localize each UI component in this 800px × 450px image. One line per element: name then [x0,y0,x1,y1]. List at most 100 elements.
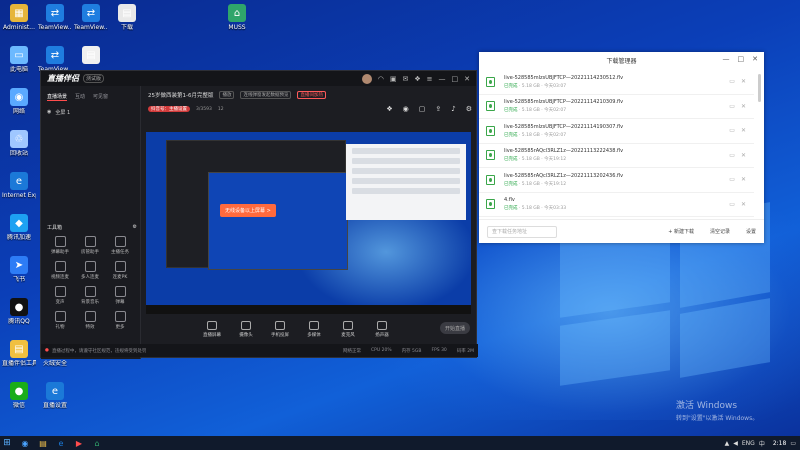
desktop-icon[interactable]: ⇄TeamView... [74,4,108,31]
clip-icon[interactable]: ▢ [419,105,426,113]
open-folder-icon[interactable]: ▭ [729,152,735,159]
stream-tag[interactable]: 播放 [219,90,235,99]
stream-control-button[interactable]: 直播屏幕 [200,320,224,338]
tool-item[interactable]: 变声 [45,286,75,305]
eye-icon[interactable]: ◉ [47,109,51,116]
tab-visible[interactable]: 可见窗 [93,93,108,101]
search-input[interactable]: 查下载任务地址 [487,225,557,238]
menu-icon[interactable]: ≡ [427,75,433,83]
desktop-icon[interactable]: ⇄TeamView... [38,46,72,73]
delete-icon[interactable]: ✕ [741,78,746,85]
volume-icon[interactable]: ◀ [733,440,738,447]
tool-item[interactable]: 连麦PK [105,261,135,280]
settings-icon[interactable]: ⚙ [133,224,137,231]
desktop-icon[interactable]: ⇄TeamView... [38,4,72,31]
delete-icon[interactable]: ✕ [741,152,746,159]
mail-icon[interactable]: ✉ [402,75,408,83]
stream-tag[interactable]: 直播间加热 [297,90,326,99]
tab-scenes[interactable]: 直播场景 [47,93,68,101]
start-live-button[interactable]: 开始直播 [440,322,470,334]
desktop-icon[interactable]: ◆ 腾讯加速 [2,214,36,241]
delete-icon[interactable]: ✕ [741,127,746,134]
tool-item[interactable]: 特效 [75,311,105,330]
open-folder-icon[interactable]: ▭ [729,127,735,134]
new-download-button[interactable]: + 新建下载 [668,228,694,235]
desktop-icon[interactable]: ● 微信 [2,382,36,409]
desktop-icon[interactable]: ♲ 回收站 [2,130,36,157]
tool-item[interactable]: 房管助手 [75,236,105,255]
list-item[interactable]: live-528585mIzsUBJFTCP—20221114190307.fl… [479,119,754,144]
notification-icon[interactable]: ▭ [790,440,796,447]
record-icon[interactable]: ◉ [403,105,409,113]
scene-item[interactable]: ◉ 全屏 1 [47,109,134,116]
list-item[interactable]: live-528585mIzsUBJFTCP—20221114230512.fl… [479,70,754,95]
open-folder-icon[interactable]: ▭ [729,78,735,85]
stream-control-button[interactable]: 麦克风 [336,320,360,338]
clock[interactable]: 2:18 [773,440,786,447]
gift-icon[interactable]: ❖ [414,75,420,83]
tool-item[interactable]: 主播任务 [105,236,135,255]
open-folder-icon[interactable]: ▭ [729,103,735,110]
start-button[interactable]: ⊞ [0,436,14,450]
open-folder-icon[interactable]: ▭ [729,201,735,208]
clear-records-button[interactable]: 清空记录 [710,228,730,235]
settings-button[interactable]: 设置 [746,228,756,235]
minimize-icon[interactable]: — [439,75,446,83]
desktop-icon[interactable]: ▤ [74,46,108,66]
bag-icon[interactable]: ▣ [390,75,397,83]
minimize-icon[interactable]: — [723,55,730,63]
settings-icon[interactable]: ⚙ [466,105,472,113]
list-item[interactable]: 4.flv 已完成 · 5.18 GB · 今天03:33 ▭ ✕ [479,193,754,217]
list-item[interactable]: live-528585rAQcl3RLZ1z—20221113202436.fl… [479,168,754,193]
tab-interact[interactable]: 互动 [75,93,85,101]
headset-icon[interactable]: ◠ [378,75,384,83]
taskbar-app-icon[interactable]: ◉ [18,436,32,450]
stream-tag[interactable]: 连线弹窗发起数据预览 [240,90,292,99]
delete-icon[interactable]: ✕ [741,176,746,183]
taskbar-app-icon[interactable]: ▤ [36,436,50,450]
gift-icon[interactable]: ❖ [386,105,392,113]
desktop-icon[interactable]: ➤ 飞书 [2,256,36,283]
tool-item[interactable]: 弹幕助手 [45,236,75,255]
preview-toast[interactable]: 无线设备以上屏幕 > [220,204,276,217]
desktop-icon[interactable]: ▤ 直播伴侣工具 [2,340,36,367]
desktop-icon[interactable]: ▤ 下载 [110,4,144,31]
maximize-icon[interactable]: □ [452,75,459,83]
ime-indicator[interactable]: 中 [759,439,765,448]
desktop-icon[interactable]: ◉ 网络 [2,88,36,115]
share-icon[interactable]: ⇪ [435,105,441,113]
tool-item[interactable]: 多人连麦 [75,261,105,280]
stream-control-button[interactable]: 多媒体 [302,320,326,338]
tool-item[interactable]: 礼物 [45,311,75,330]
bell-icon[interactable]: ♪ [451,105,455,113]
list-item[interactable]: live-528585rAQcl3RLZ1z—20221113222438.fl… [479,144,754,168]
maximize-icon[interactable]: □ [738,55,745,63]
tool-item[interactable]: 弹幕 [105,286,135,305]
desktop-icon[interactable]: ▭ 此电脑 [2,46,36,73]
desktop-icon[interactable]: ▦ Administ... [2,4,36,31]
stream-control-button[interactable]: 手机投屏 [268,320,292,338]
stream-preview[interactable]: 无线设备以上屏幕 > [146,132,471,314]
desktop-icon[interactable]: e Internet Explorer [2,172,36,199]
close-icon[interactable]: ✕ [752,55,758,63]
list-item[interactable]: live-528585mIzsUBJFTCP—20221114210309.fl… [479,95,754,119]
avatar[interactable] [361,73,372,84]
network-icon[interactable]: ▲ [725,440,730,447]
scrollbar[interactable] [758,74,761,102]
sub-badge[interactable]: 抖音号：主播设置 [148,106,190,112]
tool-item[interactable]: 背景音乐 [75,286,105,305]
stream-control-button[interactable]: 摄像头 [234,320,258,338]
taskbar-app-icon[interactable]: ⌂ [90,436,104,450]
taskbar-app-icon[interactable]: e [54,436,68,450]
tool-item[interactable]: 视频连麦 [45,261,75,280]
stream-control-button[interactable]: 扬声器 [370,320,394,338]
delete-icon[interactable]: ✕ [741,103,746,110]
desktop-icon[interactable]: ● 腾讯QQ [2,298,36,325]
taskbar-app-icon[interactable]: ▶ [72,436,86,450]
language-indicator[interactable]: ENG [742,440,755,447]
open-folder-icon[interactable]: ▭ [729,176,735,183]
desktop-icon[interactable]: e 直播设置 [38,382,72,409]
desktop-icon[interactable]: ⌂ MUSS [220,4,254,31]
tool-item[interactable]: 更多 [105,311,135,330]
delete-icon[interactable]: ✕ [741,201,746,208]
